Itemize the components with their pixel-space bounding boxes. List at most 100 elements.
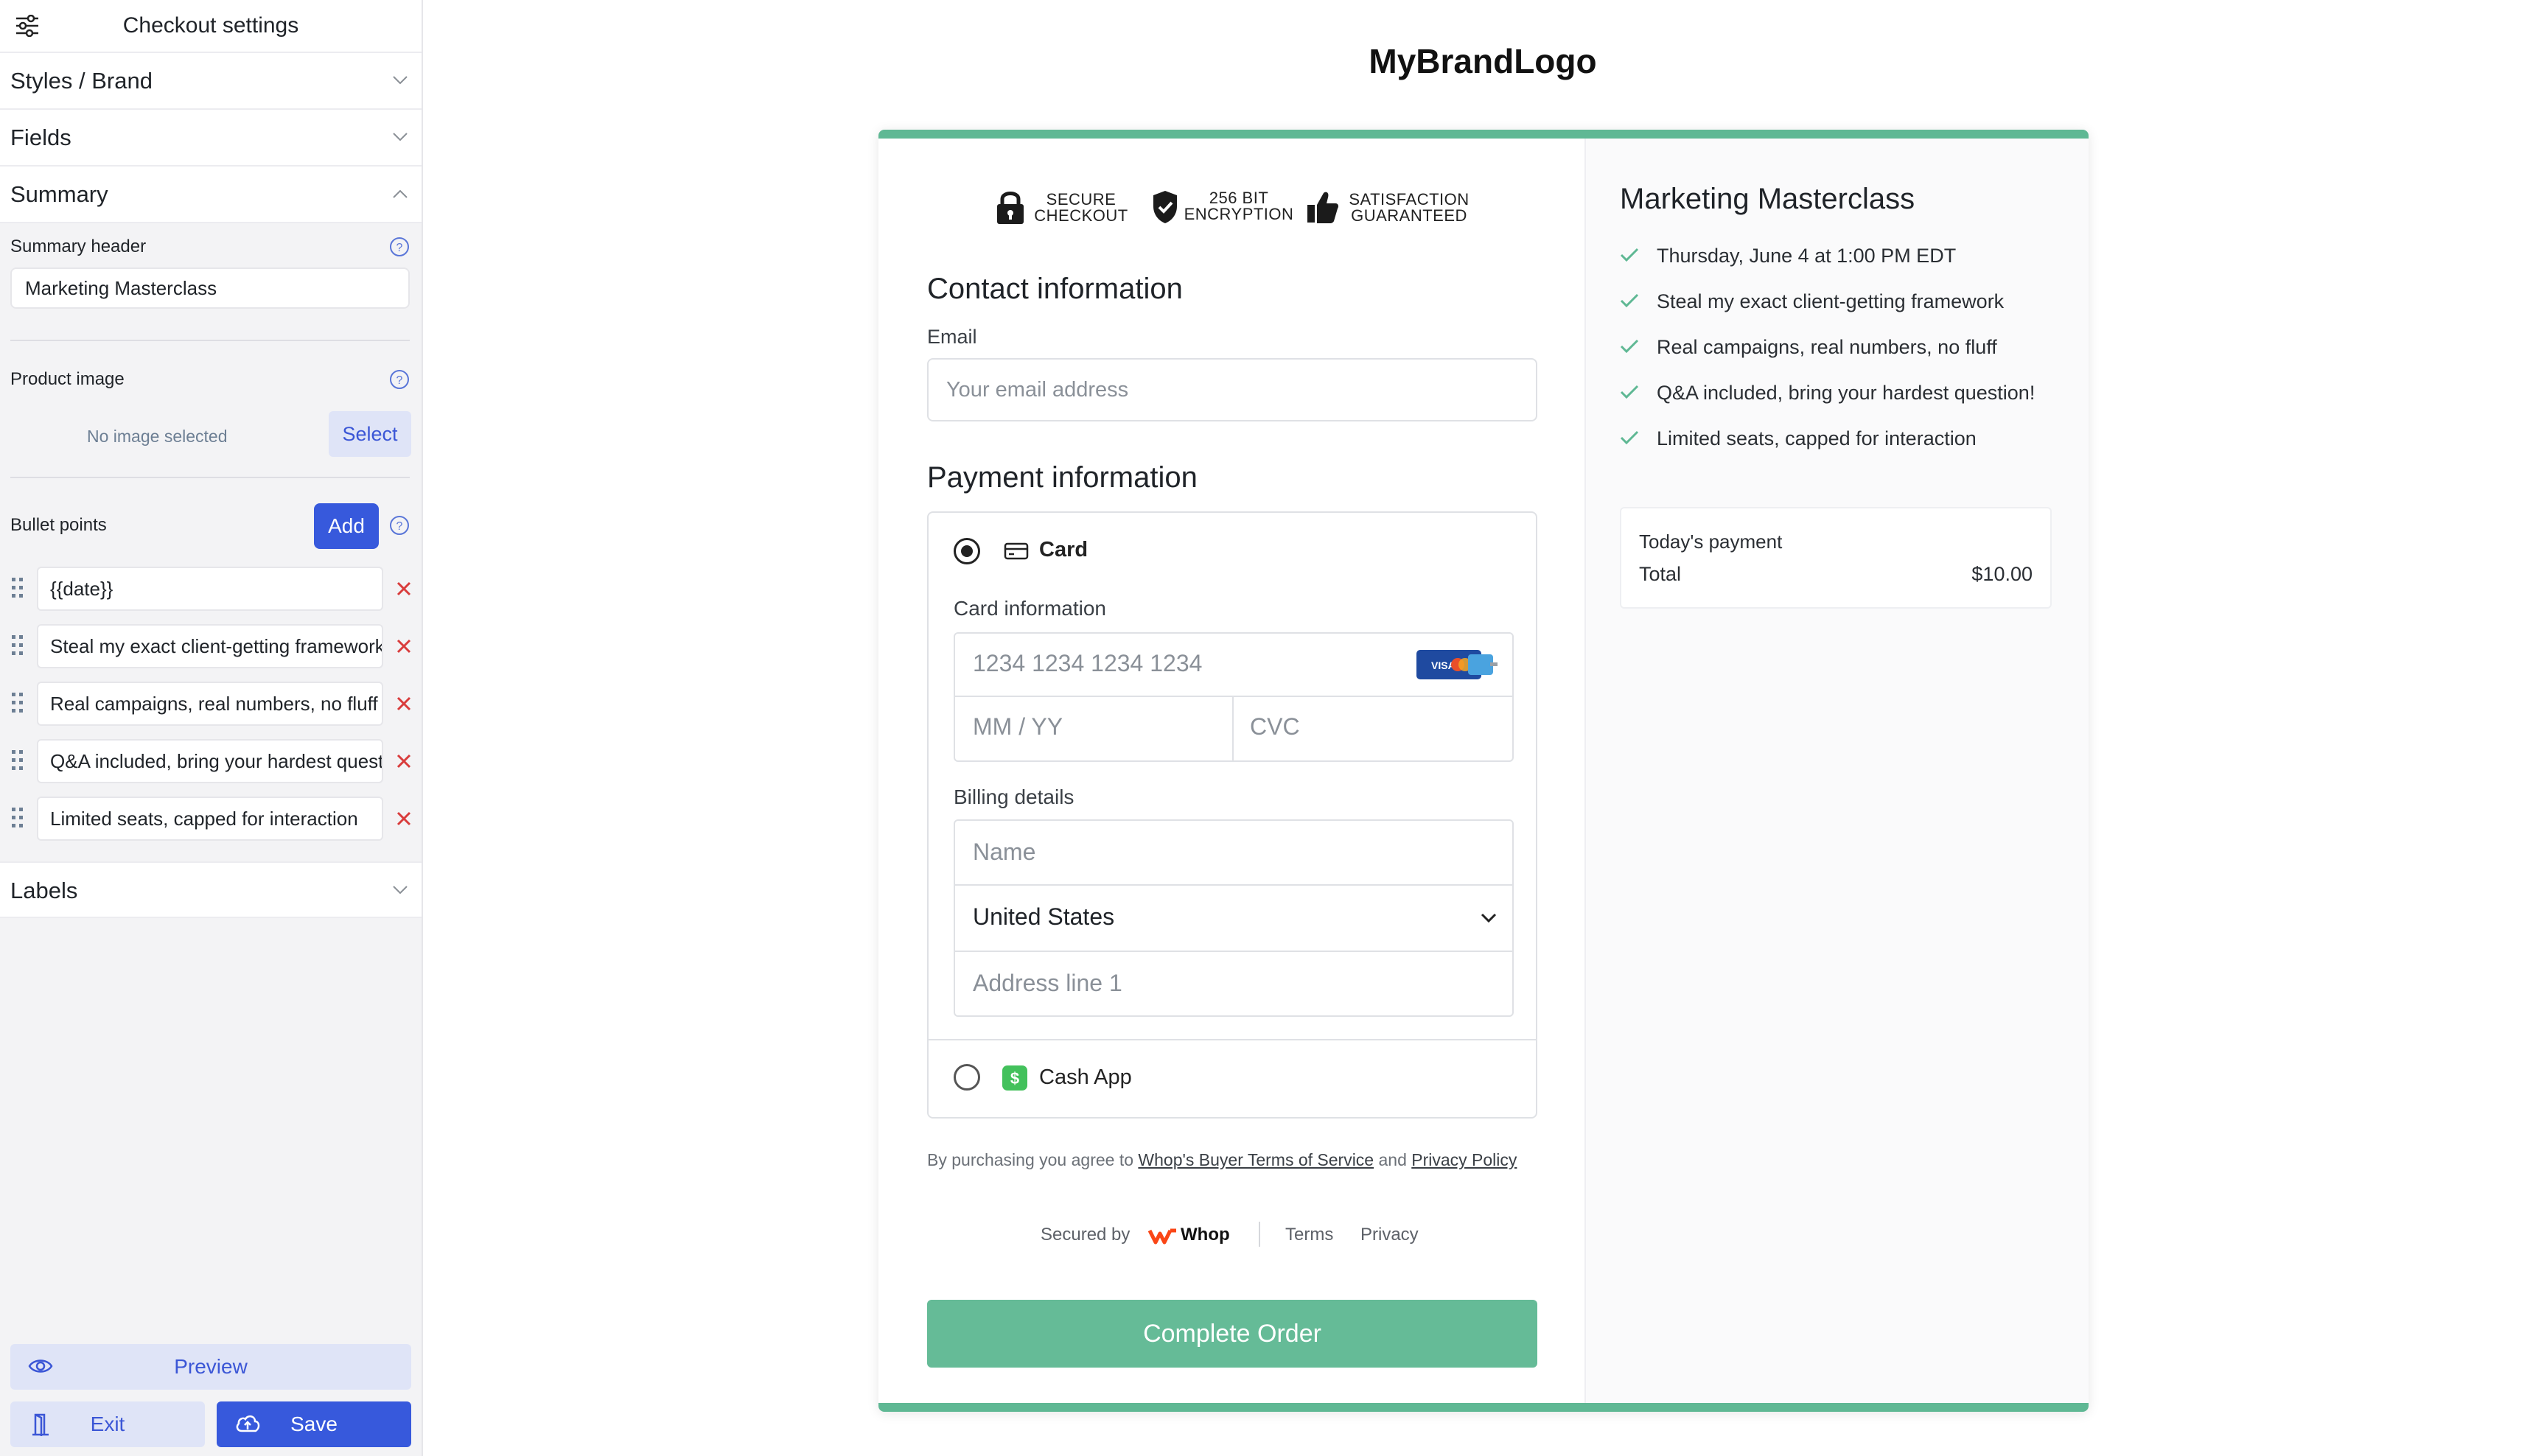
bullet-row: Real campaigns, real numbers, no fluff: [0, 682, 423, 726]
summary-item: Real campaigns, real numbers, no fluff: [1620, 333, 2089, 363]
no-image-text: No image selected: [87, 427, 228, 446]
cashapp-radio[interactable]: [954, 1064, 980, 1091]
eye-icon: [28, 1356, 53, 1376]
add-bullet-button[interactable]: Add: [314, 503, 379, 549]
save-button[interactable]: Save: [217, 1401, 411, 1447]
summary-section-body: Summary header ? Marketing Masterclass P…: [0, 223, 422, 861]
select-image-button[interactable]: Select: [329, 411, 411, 457]
divider: [929, 1039, 1536, 1040]
bullet-input[interactable]: Steal my exact client-getting framework: [37, 624, 383, 668]
check-icon: [1620, 293, 1639, 308]
trust-line: ENCRYPTION: [1184, 205, 1294, 223]
section-label: Fields: [10, 125, 71, 150]
order-summary-panel: [1584, 139, 2089, 1403]
check-icon: [1620, 385, 1639, 399]
summary-item-text: Real campaigns, real numbers, no fluff: [1657, 336, 1997, 358]
section-summary[interactable]: Summary: [0, 167, 422, 223]
cvc-input[interactable]: CVC: [1250, 713, 1300, 741]
country-select[interactable]: United States: [973, 903, 1114, 931]
door-exit-icon: [29, 1412, 52, 1437]
summary-item: Limited seats, capped for interaction: [1620, 424, 2089, 454]
save-label: Save: [290, 1413, 338, 1435]
summary-item-text: Steal my exact client-getting framework: [1657, 290, 2005, 312]
remove-icon[interactable]: [395, 810, 413, 827]
card-info-label: Card information: [954, 597, 1106, 620]
svg-text:$: $: [1010, 1069, 1019, 1088]
help-icon[interactable]: ?: [389, 515, 410, 536]
billing-label: Billing details: [954, 785, 1074, 808]
chevron-down-icon: [392, 132, 408, 142]
whop-logo-icon: [1148, 1228, 1178, 1245]
remove-icon[interactable]: [395, 695, 413, 713]
name-input[interactable]: Name: [973, 839, 1035, 866]
cashapp-label: Cash App: [1039, 1065, 1132, 1089]
summary-header-input[interactable]: Marketing Masterclass: [10, 267, 410, 309]
check-icon: [1620, 248, 1639, 262]
billing-fields: Name United States Address line 1: [954, 819, 1514, 1017]
bullet-input[interactable]: Q&A included, bring your hardest questio…: [37, 739, 383, 783]
remove-icon[interactable]: [395, 752, 413, 770]
chevron-down-icon: [1480, 912, 1498, 924]
address-input[interactable]: Address line 1: [973, 970, 1122, 997]
summary-item: Q&A included, bring your hardest questio…: [1620, 379, 2089, 408]
trust-line: SATISFACTION: [1349, 190, 1470, 209]
summary-item-text: Thursday, June 4 at 1:00 PM EDT: [1657, 245, 1957, 267]
terms-footer-link[interactable]: Terms: [1285, 1225, 1333, 1245]
card-fields: 1234 1234 1234 1234 VISA MM / YY CVC: [954, 632, 1514, 762]
divider: [955, 696, 1512, 697]
svg-text:?: ?: [396, 520, 403, 533]
card-radio[interactable]: [954, 538, 980, 564]
expiry-input[interactable]: MM / YY: [973, 713, 1063, 741]
check-icon: [1620, 339, 1639, 354]
section-labels[interactable]: Labels: [0, 861, 422, 918]
whop-text: Whop: [1181, 1225, 1230, 1245]
summary-item: Steal my exact client-getting framework: [1620, 287, 2089, 317]
section-styles-brand[interactable]: Styles / Brand: [0, 53, 422, 110]
preview-button[interactable]: Preview: [10, 1344, 411, 1390]
preview-label: Preview: [174, 1355, 248, 1378]
help-icon[interactable]: ?: [389, 369, 410, 390]
satisfaction-text: SATISFACTION GUARANTEED: [1344, 192, 1474, 224]
divider: [10, 477, 410, 478]
exit-button[interactable]: Exit: [10, 1401, 205, 1447]
summary-item: Thursday, June 4 at 1:00 PM EDT: [1620, 242, 2089, 271]
secure-checkout-text: SECURE CHECKOUT: [1033, 192, 1129, 224]
bullet-input[interactable]: {{date}}: [37, 567, 383, 611]
bullet-input[interactable]: Real campaigns, real numbers, no fluff: [37, 682, 383, 726]
chevron-down-icon: [392, 75, 408, 85]
divider: [955, 951, 1512, 952]
terms-link[interactable]: Whop's Buyer Terms of Service: [1138, 1150, 1374, 1169]
svg-text:?: ?: [396, 374, 403, 387]
sidebar-title: Checkout settings: [122, 13, 299, 38]
check-icon: [1620, 430, 1639, 445]
drag-handle-icon[interactable]: [10, 749, 25, 772]
card-number-input[interactable]: 1234 1234 1234 1234: [973, 650, 1202, 677]
divider: [1259, 1222, 1260, 1247]
bullet-input[interactable]: Limited seats, capped for interaction: [37, 797, 383, 841]
encryption-text: 256 BIT ENCRYPTION: [1184, 190, 1294, 223]
email-input[interactable]: Your email address: [927, 358, 1537, 421]
remove-icon[interactable]: [395, 580, 413, 598]
drag-handle-icon[interactable]: [10, 634, 25, 657]
drag-handle-icon[interactable]: [10, 806, 25, 830]
product-image-label: Product image: [10, 369, 125, 389]
bullet-row: {{date}}: [0, 567, 423, 611]
section-label: Styles / Brand: [10, 68, 153, 94]
divider: [1232, 697, 1234, 760]
section-fields[interactable]: Fields: [0, 110, 422, 167]
drag-handle-icon[interactable]: [10, 691, 25, 715]
help-icon[interactable]: ?: [389, 237, 410, 257]
remove-icon[interactable]: [395, 637, 413, 655]
divider: [10, 340, 410, 341]
total-label: Total: [1639, 563, 1682, 585]
privacy-link[interactable]: Privacy Policy: [1411, 1150, 1517, 1169]
summary-title: Marketing Masterclass: [1620, 183, 1915, 215]
bullet-row: Q&A included, bring your hardest questio…: [0, 739, 423, 783]
privacy-footer-link[interactable]: Privacy: [1360, 1225, 1419, 1245]
drag-handle-icon[interactable]: [10, 576, 25, 600]
thumbs-up-icon: [1306, 189, 1340, 233]
complete-order-button[interactable]: Complete Order: [927, 1300, 1537, 1368]
trust-line: GUARANTEED: [1351, 206, 1467, 225]
trust-line: CHECKOUT: [1034, 206, 1128, 225]
todays-payment-card: Today's payment Total $10.00: [1620, 507, 2052, 609]
